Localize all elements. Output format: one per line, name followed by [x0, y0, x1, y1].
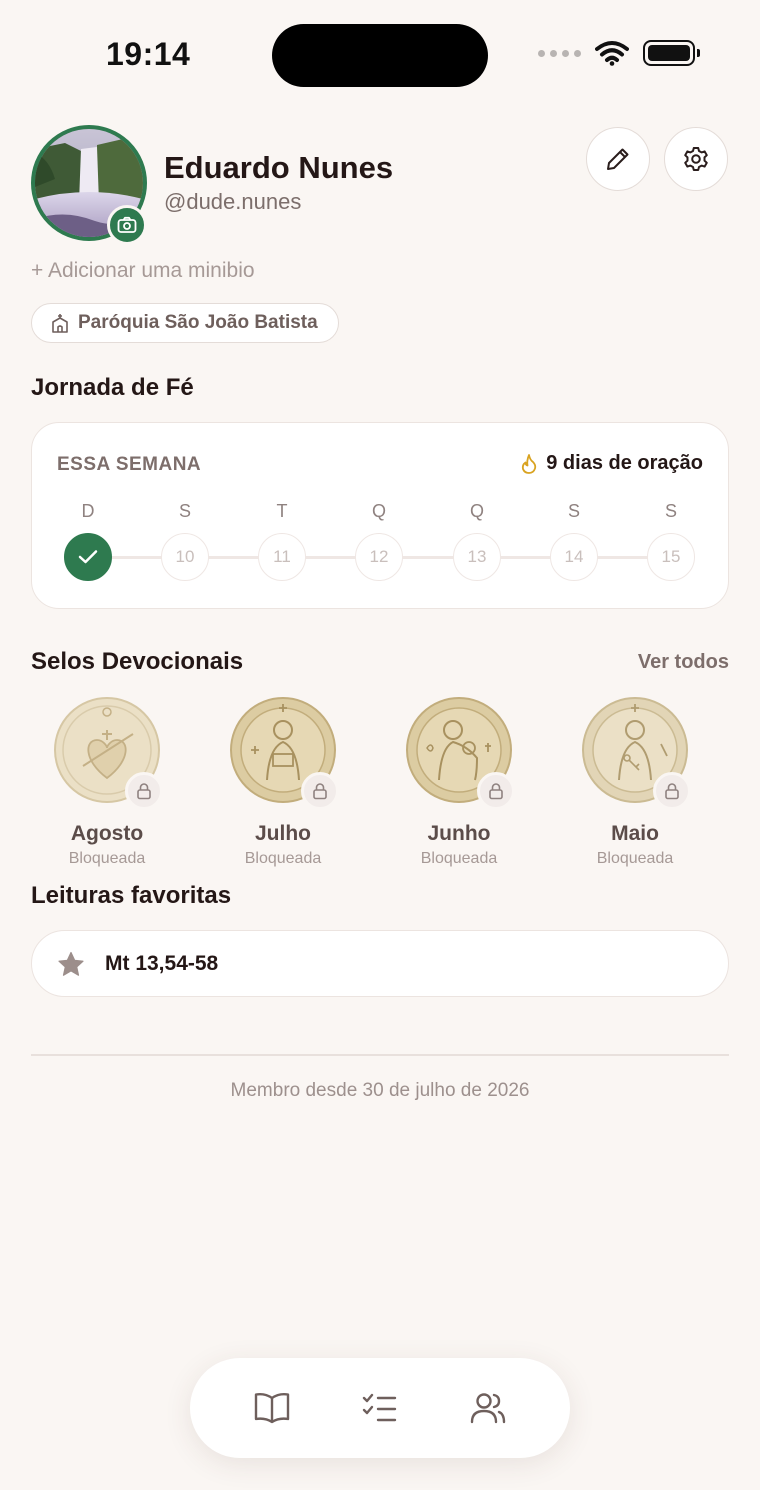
lock-icon	[477, 772, 515, 810]
day-letter: D	[81, 501, 95, 521]
flame-icon	[522, 453, 537, 474]
seal-name: Julho	[255, 822, 311, 845]
day-item[interactable]: D	[64, 501, 112, 581]
day-circle-done	[64, 533, 112, 581]
day-item[interactable]: Q 12	[355, 501, 403, 581]
lock-icon	[301, 772, 339, 810]
day-letter: Q	[371, 501, 386, 521]
prayer-streak: 9 dias de oração	[520, 452, 703, 475]
saint-with-book-medal-icon	[229, 696, 339, 810]
settings-button[interactable]	[664, 127, 728, 191]
see-all-seals-link[interactable]: Ver todos	[638, 651, 729, 674]
church-icon	[52, 314, 68, 333]
day-letter: S	[567, 501, 580, 521]
change-photo-button[interactable]	[107, 205, 147, 245]
seal-item[interactable]: Agosto Bloqueada	[32, 696, 182, 868]
favorite-reading-item[interactable]: Mt 13,54-58	[31, 930, 729, 997]
seal-status: Bloqueada	[420, 850, 498, 867]
tab-bar	[190, 1358, 570, 1458]
day-number: 14	[550, 533, 598, 581]
camera-icon	[117, 216, 137, 233]
edit-profile-button[interactable]	[586, 127, 650, 191]
day-number: 13	[453, 533, 501, 581]
days-row: D S 10 T 11 Q 12 Q 13 S 14 S 15	[64, 501, 704, 591]
member-since: Membro desde 30 de julho de 2026	[230, 1080, 530, 1101]
journey-title: Jornada de Fé	[31, 374, 194, 401]
seal-item[interactable]: Junho Bloqueada	[384, 696, 534, 868]
seal-status: Bloqueada	[244, 850, 322, 867]
tab-checklist[interactable]	[348, 1376, 412, 1440]
lock-icon	[653, 772, 691, 810]
saint-with-child-medal-icon	[405, 696, 515, 810]
tab-community[interactable]	[456, 1376, 520, 1440]
status-time: 19:14	[106, 36, 191, 72]
parish-chip[interactable]: Paróquia São João Batista	[31, 303, 339, 343]
divider	[31, 1054, 729, 1056]
day-item[interactable]: S 15	[647, 501, 695, 581]
check-icon	[78, 550, 98, 564]
battery-icon	[643, 40, 700, 66]
seal-status: Bloqueada	[68, 850, 146, 867]
week-label: ESSA SEMANA	[57, 454, 202, 475]
seal-item[interactable]: Maio Bloqueada	[560, 696, 710, 868]
seal-status: Bloqueada	[596, 850, 674, 867]
seal-name: Junho	[427, 822, 491, 845]
seal-name: Agosto	[70, 822, 144, 845]
streak-text: 9 dias de oração	[546, 452, 703, 474]
book-icon	[254, 1392, 290, 1424]
day-letter: S	[178, 501, 191, 521]
day-number: 11	[258, 533, 306, 581]
day-item[interactable]: S 10	[161, 501, 209, 581]
seal-name: Maio	[611, 822, 659, 845]
saint-with-keys-medal-icon	[581, 696, 691, 810]
day-number: 10	[161, 533, 209, 581]
day-number: 12	[355, 533, 403, 581]
star-icon	[58, 951, 84, 976]
day-letter: S	[664, 501, 677, 521]
day-letter: T	[276, 501, 288, 521]
checklist-icon	[362, 1393, 397, 1422]
favorites-title: Leituras favoritas	[31, 882, 232, 909]
parish-name: Paróquia São João Batista	[78, 312, 318, 333]
day-item[interactable]: Q 13	[453, 501, 501, 581]
gear-icon	[684, 147, 708, 171]
sacred-heart-medal-icon	[53, 696, 163, 810]
add-minibio-link[interactable]: + Adicionar uma minibio	[31, 259, 255, 283]
lock-icon	[125, 772, 163, 810]
cellular-signal-icon	[538, 49, 581, 57]
week-card: ESSA SEMANA 9 dias de oração D S 10 T 11…	[31, 422, 729, 609]
dynamic-island	[272, 24, 488, 87]
favorite-reading-ref: Mt 13,54-58	[105, 951, 219, 975]
profile-handle: @dude.nunes	[164, 189, 302, 214]
tab-readings[interactable]	[240, 1376, 304, 1440]
seals-title: Selos Devocionais	[31, 648, 244, 675]
seal-item[interactable]: Julho Bloqueada	[208, 696, 358, 868]
day-item[interactable]: S 14	[550, 501, 598, 581]
day-number: 15	[647, 533, 695, 581]
day-item[interactable]: T 11	[258, 501, 306, 581]
profile-name: Eduardo Nunes	[164, 150, 394, 185]
day-letter: Q	[469, 501, 484, 521]
pencil-icon	[607, 148, 629, 170]
status-indicators	[538, 40, 700, 66]
avatar-container[interactable]	[31, 125, 147, 245]
wifi-icon	[595, 41, 629, 66]
users-icon	[470, 1393, 506, 1424]
